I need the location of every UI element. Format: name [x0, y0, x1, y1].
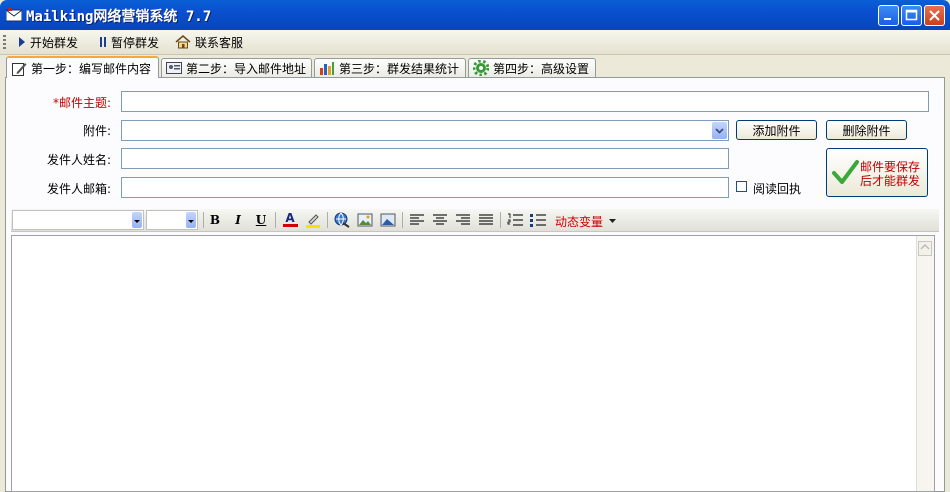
- align-left-button[interactable]: [408, 212, 426, 228]
- minimize-button[interactable]: [878, 5, 899, 26]
- title-bar[interactable]: Mailking网络营销系统 7.7: [0, 0, 950, 30]
- tab-step4-label: 第四步：高级设置: [493, 61, 590, 76]
- ordered-list-button[interactable]: [506, 212, 524, 228]
- play-icon: [19, 37, 25, 47]
- start-send-label: 开始群发: [30, 35, 79, 50]
- editor-toolbar: B I U A 动态变量: [11, 209, 939, 232]
- contact-support-label: 联系客服: [195, 35, 244, 50]
- dynamic-variable-label: 动态变量: [555, 215, 604, 229]
- bold-button[interactable]: B: [206, 212, 224, 228]
- italic-button[interactable]: I: [229, 212, 247, 228]
- align-right-button[interactable]: [454, 212, 472, 228]
- subject-label-wrap: *邮件主题:: [20, 94, 111, 111]
- subject-label: 邮件主题:: [58, 96, 111, 110]
- tab-step1-label: 第一步：编写邮件内容: [31, 61, 152, 76]
- bullet-list-button[interactable]: [529, 212, 547, 228]
- start-send-button[interactable]: 开始群发: [18, 33, 78, 51]
- caret-down-icon: [188, 220, 194, 223]
- main-toolbar: 开始群发 暂停群发 联系客服: [0, 30, 950, 55]
- font-family-select[interactable]: [12, 210, 144, 230]
- close-button[interactable]: [924, 5, 945, 26]
- close-icon: [929, 10, 940, 21]
- font-color-button[interactable]: A: [281, 212, 299, 228]
- ordered-list-icon: [507, 213, 523, 226]
- pause-send-button[interactable]: 暂停群发: [99, 33, 159, 51]
- sender-name-input[interactable]: [121, 148, 729, 169]
- app-icon: [6, 8, 22, 22]
- toolbar-grip[interactable]: [3, 35, 6, 49]
- image-icon: [357, 213, 373, 227]
- underline-button[interactable]: U: [252, 212, 270, 228]
- window-title: Mailking网络营销系统 7.7: [26, 9, 212, 25]
- attachment-combo[interactable]: [121, 120, 729, 141]
- attachment-label: 附件:: [82, 124, 111, 138]
- tab-step1-compose[interactable]: 第一步：编写邮件内容: [6, 56, 159, 78]
- checkmark-icon: [832, 160, 859, 184]
- maximize-button[interactable]: [901, 5, 922, 26]
- subject-input[interactable]: [121, 91, 929, 112]
- gear-icon: [473, 60, 489, 76]
- sender-email-input[interactable]: [121, 177, 729, 198]
- align-center-button[interactable]: [431, 212, 449, 228]
- toolbar-separator: [275, 212, 276, 228]
- email-body-editor[interactable]: [11, 235, 935, 492]
- home-icon: [175, 35, 191, 49]
- step-tabs: 第一步：编写邮件内容 第二步：导入邮件地址 第三步：群发结果统计 第四步：高级设…: [0, 56, 950, 78]
- save-notice-line2: 后才能群发: [860, 174, 921, 188]
- address-card-icon: [166, 62, 182, 74]
- read-receipt-label: 阅读回执: [753, 182, 802, 196]
- align-justify-button[interactable]: [477, 212, 495, 228]
- font-family-dropdown[interactable]: [132, 212, 142, 228]
- scroll-up-button[interactable]: [918, 241, 932, 256]
- minimize-icon: [884, 18, 891, 20]
- save-notice-button[interactable]: 邮件要保存 后才能群发: [826, 148, 928, 197]
- font-color-swatch: [282, 224, 298, 227]
- align-center-icon: [433, 214, 447, 225]
- remove-attachment-button[interactable]: 删除附件: [826, 120, 907, 140]
- dynamic-variable-menu[interactable]: 动态变量: [555, 213, 617, 230]
- save-notice-line1: 邮件要保存: [860, 160, 921, 174]
- font-size-dropdown[interactable]: [186, 212, 196, 228]
- globe-link-icon: [334, 212, 350, 228]
- sender-email-label: 发件人邮箱:: [46, 182, 111, 196]
- save-notice-text: 邮件要保存 后才能群发: [860, 160, 920, 188]
- bar-chart-icon: [320, 61, 334, 75]
- add-attachment-button[interactable]: 添加附件: [736, 120, 817, 140]
- insert-image-button[interactable]: [356, 212, 374, 228]
- pause-icon: [100, 37, 106, 47]
- sender-name-label: 发件人姓名:: [46, 153, 111, 167]
- font-color-icon: A: [285, 211, 295, 225]
- edit-note-icon: [12, 62, 27, 76]
- read-receipt-checkbox[interactable]: [736, 181, 747, 192]
- align-left-icon: [410, 214, 424, 225]
- attachment-dropdown-button[interactable]: [712, 122, 727, 139]
- toolbar-separator: [500, 212, 501, 228]
- highlight-button[interactable]: [304, 212, 322, 228]
- tab-step3-stats[interactable]: 第三步：群发结果统计: [314, 58, 466, 77]
- toolbar-separator: [402, 212, 403, 228]
- insert-link-button[interactable]: [333, 212, 351, 228]
- caret-down-icon: [134, 220, 140, 223]
- chevron-down-icon: [715, 128, 724, 134]
- pause-send-label: 暂停群发: [111, 35, 160, 50]
- tab-step2-label: 第二步：导入邮件地址: [186, 61, 307, 76]
- highlighter-icon: [306, 214, 320, 228]
- tab-step2-import[interactable]: 第二步：导入邮件地址: [161, 58, 312, 77]
- contact-support-button[interactable]: 联系客服: [175, 33, 243, 51]
- picture-icon: [380, 213, 396, 227]
- bullet-list-icon: [530, 214, 546, 227]
- insert-picture-button[interactable]: [379, 212, 397, 228]
- toolbar-separator: [203, 212, 204, 228]
- caret-down-icon: [609, 219, 617, 223]
- editor-scrollbar[interactable]: [916, 236, 934, 491]
- align-right-icon: [456, 214, 470, 225]
- font-size-select[interactable]: [146, 210, 198, 230]
- tab-step3-label: 第三步：群发结果统计: [339, 61, 460, 76]
- toolbar-separator: [327, 212, 328, 228]
- maximize-icon: [905, 9, 918, 21]
- align-justify-icon: [479, 214, 493, 225]
- chevron-up-icon: [920, 243, 930, 250]
- tab-step4-advanced[interactable]: 第四步：高级设置: [468, 58, 596, 77]
